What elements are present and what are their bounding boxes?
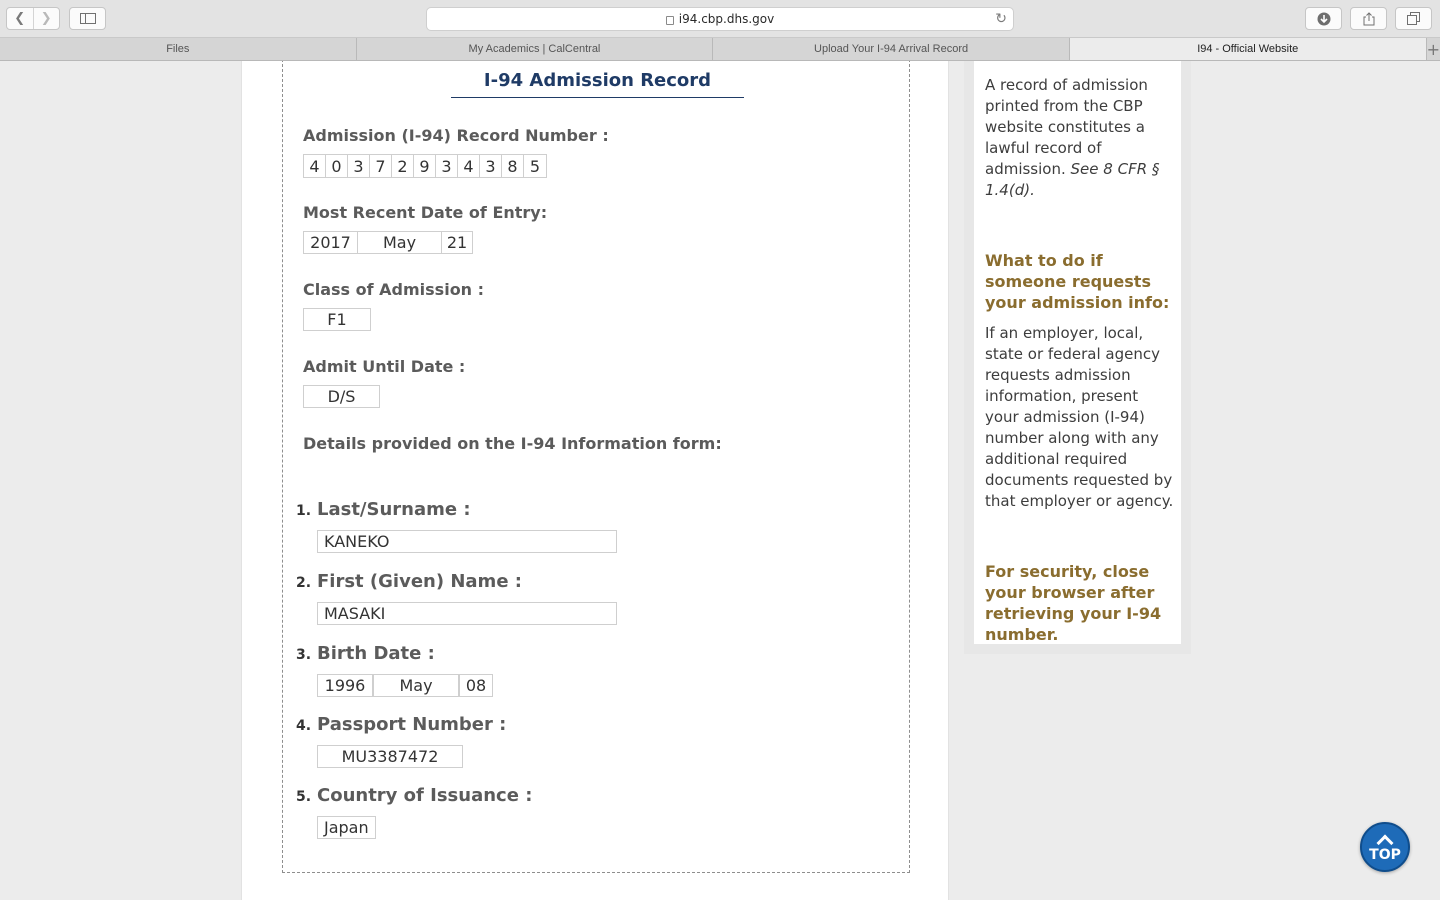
main-column: I-94 Admission Record Admission (I-94) R… — [241, 61, 949, 900]
share-icon[interactable] — [1350, 7, 1387, 30]
info-card: A record of admission printed from the C… — [974, 61, 1181, 644]
record-digit: 9 — [414, 155, 436, 177]
record-digit: 3 — [480, 155, 502, 177]
details-heading: Details provided on the I-94 Information… — [303, 434, 722, 453]
first-name-value: MASAKI — [317, 602, 617, 625]
record-digit: 4 — [304, 155, 326, 177]
record-digit: 0 — [326, 155, 348, 177]
what-to-do-heading: What to do if someone requests your admi… — [985, 251, 1170, 312]
page-content: I-94 Admission Record Admission (I-94) R… — [0, 61, 1440, 900]
country-of-issuance-value: Japan — [317, 816, 376, 839]
address-bar[interactable]: i94.cbp.dhs.gov ↻ — [426, 7, 1014, 31]
item-number: 4. — [296, 718, 312, 734]
url-text: i94.cbp.dhs.gov — [678, 12, 775, 26]
passport-number-label: Passport Number : — [317, 714, 507, 735]
entry-month: May — [357, 231, 442, 254]
birth-year: 1996 — [317, 674, 373, 697]
back-icon[interactable]: ❮ — [7, 8, 33, 29]
record-title: I-94 Admission Record — [451, 70, 744, 98]
tab-upload-i94[interactable]: Upload Your I-94 Arrival Record — [713, 38, 1070, 60]
tab-strip: Files My Academics | CalCentral Upload Y… — [0, 38, 1440, 61]
back-to-top-button[interactable]: TOP — [1360, 822, 1410, 872]
item-number: 5. — [296, 789, 312, 805]
record-digit: 3 — [348, 155, 370, 177]
country-of-issuance-label: Country of Issuance : — [317, 785, 533, 806]
sidebar-toggle-icon[interactable] — [69, 7, 106, 30]
admission-record-box: I-94 Admission Record Admission (I-94) R… — [282, 61, 910, 873]
birth-day: 08 — [459, 674, 493, 697]
record-digit: 7 — [370, 155, 392, 177]
new-tab-icon[interactable]: + — [1427, 38, 1440, 60]
record-number-label: Admission (I-94) Record Number : — [303, 126, 609, 145]
passport-number-value: MU3387472 — [317, 745, 463, 768]
admit-until-value: D/S — [303, 385, 380, 408]
reload-icon[interactable]: ↻ — [995, 11, 1007, 27]
record-digit: 8 — [502, 155, 524, 177]
record-info-text: A record of admission printed from the C… — [985, 75, 1175, 201]
item-number: 2. — [296, 575, 312, 591]
security-notice: For security, close your browser after r… — [985, 562, 1162, 644]
first-name-label: First (Given) Name : — [317, 571, 522, 592]
class-of-admission-value: F1 — [303, 308, 371, 331]
history-nav: ❮ ❯ — [6, 7, 60, 30]
record-number-value: 4 0 3 7 2 9 3 4 3 8 5 — [303, 154, 547, 178]
tab-i94-official[interactable]: I94 - Official Website — [1069, 38, 1427, 60]
birth-month: May — [373, 674, 459, 697]
tabs-overview-icon[interactable] — [1395, 7, 1432, 30]
entry-date-label: Most Recent Date of Entry: — [303, 203, 548, 222]
what-to-do-text: If an employer, local, state or federal … — [985, 324, 1174, 510]
lock-icon — [665, 15, 674, 25]
item-number: 1. — [296, 503, 312, 519]
tab-files[interactable]: Files — [0, 38, 357, 60]
item-number: 3. — [296, 647, 312, 663]
browser-toolbar: ❮ ❯ i94.cbp.dhs.gov ↻ — [0, 0, 1440, 38]
record-digit: 3 — [436, 155, 458, 177]
entry-day: 21 — [441, 231, 473, 254]
admit-until-label: Admit Until Date : — [303, 357, 466, 376]
entry-year: 2017 — [303, 231, 358, 254]
record-digit: 4 — [458, 155, 480, 177]
birth-date-label: Birth Date : — [317, 643, 435, 664]
last-name-value: KANEKO — [317, 530, 617, 553]
forward-icon[interactable]: ❯ — [32, 8, 60, 29]
last-name-label: Last/Surname : — [317, 499, 471, 520]
record-digit: 5 — [529, 156, 541, 176]
tab-calcentral[interactable]: My Academics | CalCentral — [357, 38, 714, 60]
info-sidebar: A record of admission printed from the C… — [964, 61, 1191, 654]
download-icon[interactable] — [1305, 7, 1342, 30]
class-of-admission-label: Class of Admission : — [303, 280, 485, 299]
record-digit: 2 — [392, 155, 414, 177]
